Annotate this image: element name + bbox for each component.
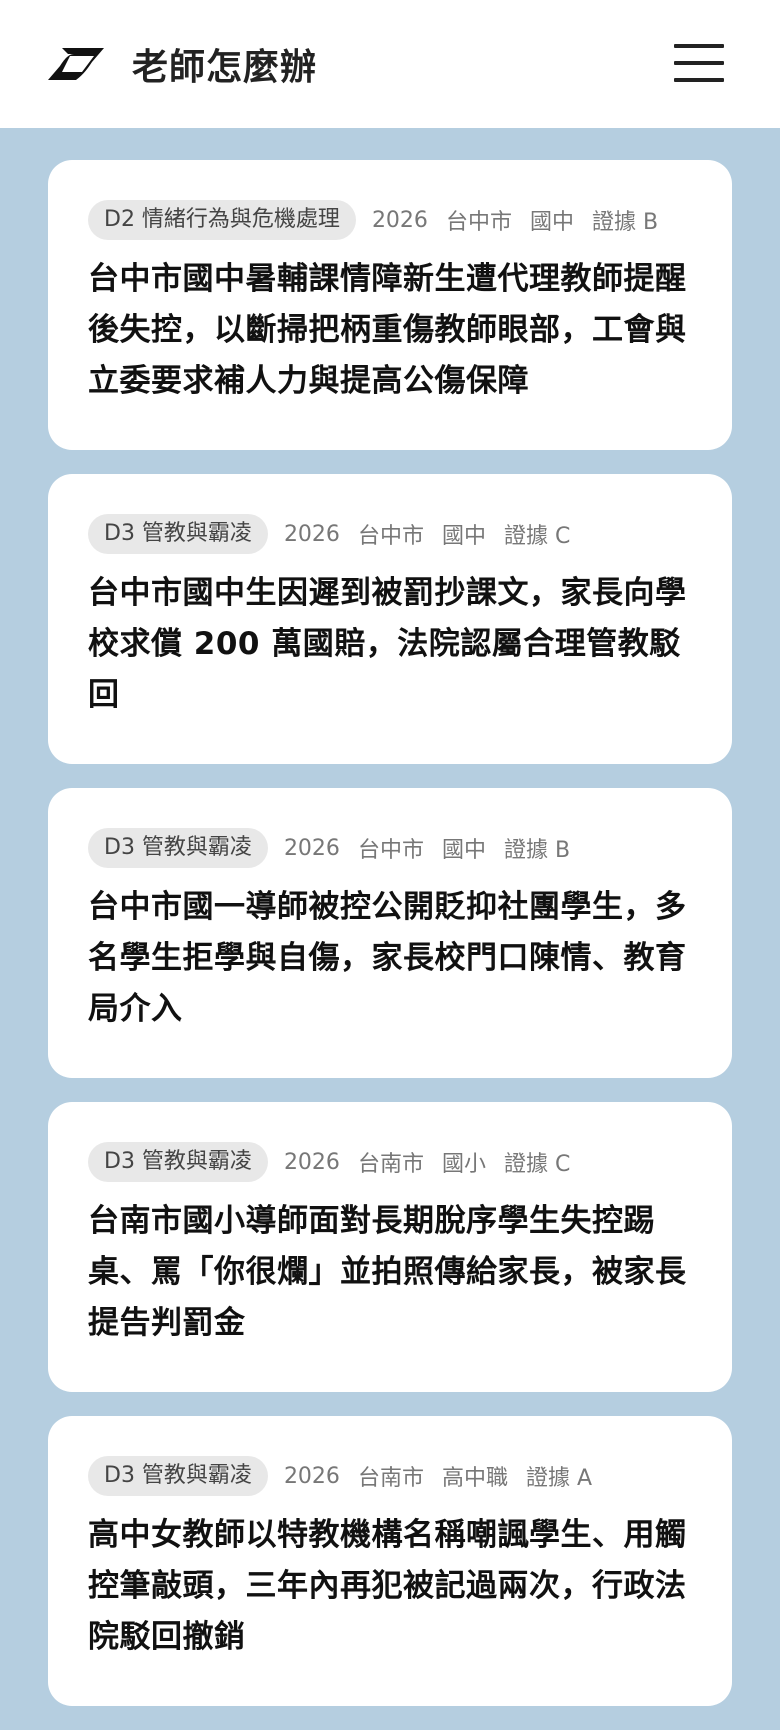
case-school-level: 國中 [441,838,486,863]
case-evidence: 證據 B [591,210,659,235]
case-list: D2 情緒行為與危機處理 2026 台中市 國中 證據 B 台中市國中暑輔課情障… [48,160,732,1730]
case-meta: D3 管教與霸凌 2026 台中市 國中 證據 C [88,514,692,554]
case-meta: D3 管教與霸凌 2026 台南市 國小 證據 C [88,1142,692,1182]
category-tag: D3 管教與霸凌 [88,1142,268,1182]
case-title[interactable]: 台中市國中暑輔課情障新生遭代理教師提醒後失控，以斷掃把柄重傷教師眼部，工會與立委… [88,254,692,407]
menu-bar-icon [674,78,724,82]
case-year: 2026 [283,1149,340,1175]
category-tag: D3 管教與霸凌 [88,1456,268,1496]
menu-bar-icon [674,44,724,48]
case-year: 2026 [371,207,428,233]
case-city: 台南市 [357,1152,424,1177]
menu-bar-icon [674,61,724,65]
case-meta: D2 情緒行為與危機處理 2026 台中市 國中 證據 B [88,200,692,240]
case-school-level: 高中職 [441,1466,508,1491]
case-title[interactable]: 台南市國小導師面對長期脫序學生失控踢桌、罵「你很爛」並拍照傳給家長，被家長提告判… [88,1196,692,1349]
case-title[interactable]: 台中市國中生因遲到被罰抄課文，家長向學校求償 200 萬國賠，法院認屬合理管教駁… [88,568,692,721]
case-title[interactable]: 高中女教師以特教機構名稱嘲諷學生、用觸控筆敲頭，三年內再犯被記過兩次，行政法院駁… [88,1510,692,1663]
case-year: 2026 [283,835,340,861]
case-card[interactable]: D2 情緒行為與危機處理 2026 台中市 國中 證據 B 台中市國中暑輔課情障… [48,160,732,450]
case-year: 2026 [283,521,340,547]
case-meta: D3 管教與霸凌 2026 台南市 高中職 證據 A [88,1456,692,1496]
case-card[interactable]: D3 管教與霸凌 2026 台南市 高中職 證據 A 高中女教師以特教機構名稱嘲… [48,1416,732,1706]
category-tag: D2 情緒行為與危機處理 [88,200,356,240]
case-city: 台中市 [357,838,424,863]
case-title[interactable]: 台中市國一導師被控公開貶抑社團學生，多名學生拒學與自傷，家長校門口陳情、教育局介… [88,882,692,1035]
case-card[interactable]: D3 管教與霸凌 2026 台中市 國中 證據 C 台中市國中生因遲到被罰抄課文… [48,474,732,764]
case-city: 台中市 [357,524,424,549]
case-evidence: 證據 C [503,1152,571,1177]
category-tag: D3 管教與霸凌 [88,514,268,554]
category-tag: D3 管教與霸凌 [88,828,268,868]
site-header: 老師怎麼辦 [0,0,780,128]
menu-button[interactable] [674,44,724,82]
site-title[interactable]: 老師怎麼辦 [132,38,317,90]
case-year: 2026 [283,1463,340,1489]
case-card[interactable]: D3 管教與霸凌 2026 台南市 國小 證據 C 台南市國小導師面對長期脫序學… [48,1102,732,1392]
case-evidence: 證據 C [503,524,571,549]
case-city: 台中市 [445,210,512,235]
case-school-level: 國小 [441,1152,486,1177]
case-school-level: 國中 [441,524,486,549]
case-meta: D3 管教與霸凌 2026 台中市 國中 證據 B [88,828,692,868]
case-city: 台南市 [357,1466,424,1491]
case-card[interactable]: D3 管教與霸凌 2026 台中市 國中 證據 B 台中市國一導師被控公開貶抑社… [48,788,732,1078]
case-evidence: 證據 B [503,838,571,863]
case-school-level: 國中 [529,210,574,235]
logo-icon[interactable] [48,48,104,80]
case-evidence: 證據 A [525,1466,593,1491]
